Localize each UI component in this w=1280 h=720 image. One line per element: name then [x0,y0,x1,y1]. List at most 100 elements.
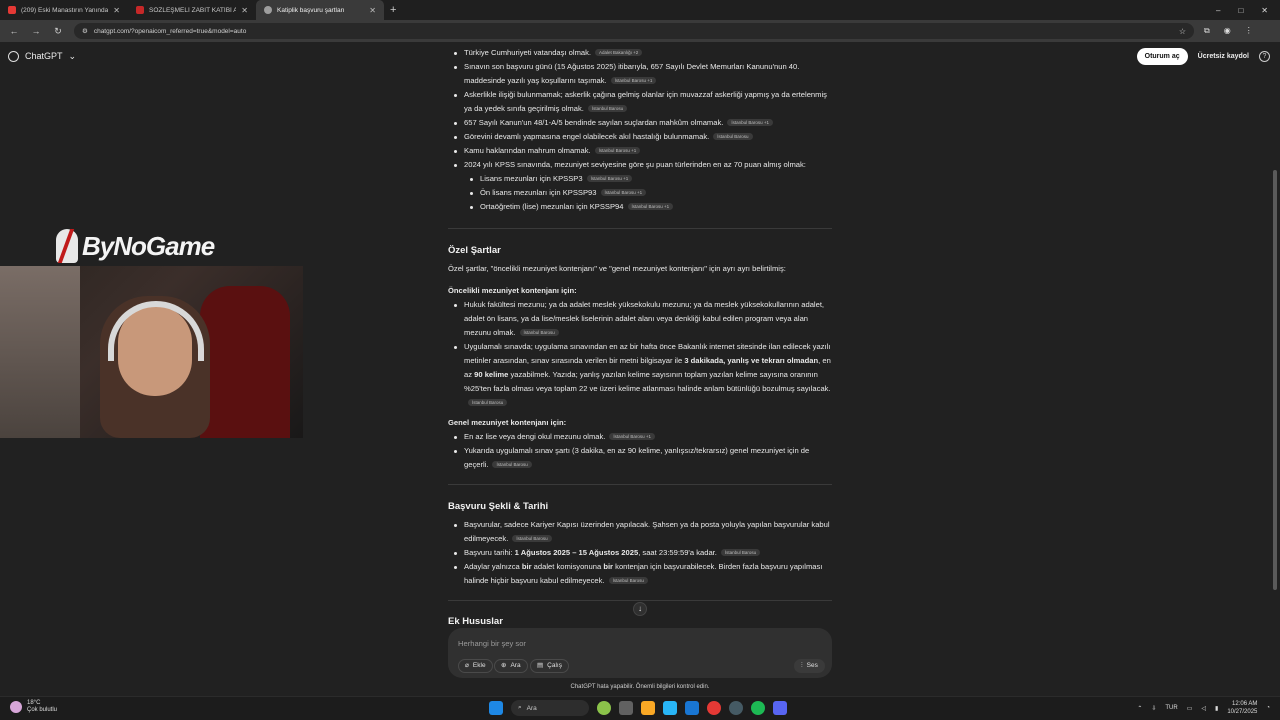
list-item: 657 Sayılı Kanun'un 48/1-A/5 bendinde sa… [448,116,832,130]
weather-icon [10,701,22,713]
source-badge[interactable]: İstanbul Barosu [492,461,532,468]
profile-icon[interactable]: ◉ [1224,26,1231,36]
section-heading: Özel Şartlar [448,245,501,256]
site-info-icon[interactable]: ⚙ [82,27,88,35]
temperature: 18°C [27,700,41,706]
source-badge[interactable]: İstanbul Barosu +1 [610,77,657,84]
list-item: Başvurular, sadece Kariyer Kapısı üzerin… [448,518,832,546]
tab-title: SÖZLEŞMELİ ZABIT KATİBİ ALIM [149,6,237,14]
model-selector[interactable]: ChatGPT ⌄ [8,50,76,62]
url-field[interactable]: ⚙ chatgpt.com/?openaicom_referred=true&m… [74,23,1194,39]
source-badge[interactable]: Adalet Bakanlığı +2 [595,49,643,56]
spotify-icon[interactable] [751,701,765,715]
reload-icon[interactable]: ↻ [52,26,64,37]
extensions-icon[interactable]: ⧉ [1204,26,1210,36]
list-item: Türkiye Cumhuriyeti vatandaşı olmak. Adal… [448,46,832,60]
bookmark-star-icon[interactable]: ☆ [1179,27,1186,36]
search-icon: ⌕ [518,704,522,711]
language-indicator[interactable]: TUR [1165,705,1177,711]
paragraph: Özel şartlar, "öncelikli mezuniyet konte… [448,264,786,273]
notifications-icon[interactable]: ◔ [1266,705,1270,711]
close-tab-icon[interactable]: ✕ [241,6,248,15]
file-explorer-icon[interactable] [641,701,655,715]
help-icon[interactable]: ? [1259,50,1270,62]
discord-icon[interactable] [773,701,787,715]
prompt-input[interactable] [458,636,818,650]
source-badge[interactable]: İstanbul Barosu [608,577,648,584]
forward-icon[interactable]: → [30,26,42,36]
minimize-button[interactable]: – [1216,6,1220,15]
signup-button[interactable]: Ücretsiz kaydol [1198,53,1249,60]
close-window-button[interactable]: ✕ [1261,6,1268,15]
source-badge[interactable]: İstanbul Barosu [587,105,628,112]
tray-chevron-icon[interactable]: ⌃ [1137,705,1142,712]
search-button[interactable]: ⊕ Ara [494,659,528,673]
usb-icon[interactable]: ⇩ [1151,705,1156,712]
volume-icon[interactable]: ◁ [1201,705,1206,712]
close-tab-icon[interactable]: ✕ [369,6,376,15]
source-badge[interactable]: İstanbul Barosu [512,535,552,542]
bynogame-logo-text: ByNoGame [82,230,215,261]
taskbar-apps: ⌕ Ara [489,700,787,716]
new-tab-button[interactable]: + [384,4,402,16]
study-button[interactable]: ▤ Çalış [530,659,569,673]
list-item: Görevini devamlı yapmasına engel olabile… [448,130,832,144]
browser-tab-bar: (209) Eski Manastırın Yanında D ✕ SÖZLEŞ… [0,0,1280,20]
back-icon[interactable]: ← [8,26,20,36]
waveform-icon: ⫶ [801,662,803,669]
list-item: Yukarıda uygulamalı sınav şartı (3 dakik… [448,444,832,472]
site-favicon-icon [136,6,144,14]
battery-icon[interactable]: ▮ [1215,705,1218,712]
priority-list: Hukuk fakültesi mezunu; ya da adalet mes… [448,298,832,410]
chrome-icon[interactable] [707,701,721,715]
browser-tab-1[interactable]: (209) Eski Manastırın Yanında D ✕ [0,0,128,20]
login-button[interactable]: Oturum aç [1136,47,1188,65]
list-item: 2024 yılı KPSS sınavında, mezuniyet sevi… [448,158,832,172]
general-quota-list: En az lise veya dengi okul mezunu olmak.… [448,430,832,472]
source-badge[interactable]: İstanbul Barosu [468,399,508,406]
source-badge[interactable]: İstanbul Barosu +1 [586,175,633,182]
weather-widget[interactable]: 18°C Çok bulutlu [10,700,57,714]
source-badge[interactable]: İstanbul Barosu +1 [627,203,674,210]
widgets-icon[interactable] [597,701,611,715]
section-heading: Ek Hususlar [448,616,503,627]
source-badge[interactable]: İstanbul Barosu +1 [600,189,647,196]
app-icon[interactable] [729,701,743,715]
globe-icon: ⊕ [501,662,507,669]
attach-button[interactable]: ⌀ Ekle [458,659,493,673]
browser-tab-3[interactable]: Katiplik başvuru şartları ✕ [256,0,384,20]
list-item: Ortaöğretim (lise) mezunları için KPSSP9… [448,200,832,214]
source-badge[interactable]: İstanbul Barosu +1 [727,119,774,126]
url-text: chatgpt.com/?openaicom_referred=true&mod… [93,27,247,35]
source-badge[interactable]: İstanbul Barosu +1 [609,433,656,440]
maximize-button[interactable]: □ [1238,6,1243,15]
start-icon[interactable] [489,701,503,715]
webcam-overlay [0,266,303,438]
close-tab-icon[interactable]: ✕ [113,6,120,15]
scrollbar-thumb[interactable] [1273,170,1277,590]
browser-tab-2[interactable]: SÖZLEŞMELİ ZABIT KATİBİ ALIM ✕ [128,0,256,20]
edge-icon[interactable] [685,701,699,715]
source-badge[interactable]: İstanbul Barosu [720,549,761,556]
address-bar-row: ← → ↻ ⚙ chatgpt.com/?openaicom_referred=… [0,20,1280,42]
youtube-icon [8,6,16,14]
assistant-message: Türkiye Cumhuriyeti vatandaşı olmak. Adal… [448,46,832,629]
network-icon[interactable]: ▭ [1187,705,1193,712]
window-controls: – □ ✕ [1216,6,1280,15]
source-badge[interactable]: İstanbul Barosu [519,329,559,336]
store-icon[interactable] [663,701,677,715]
list-item: Kamu haklarından mahrum olmamak. İstanbul… [448,144,832,158]
task-view-icon[interactable] [619,701,633,715]
kpss-list: Lisans mezunları için KPSSP3 İstanbul Bar… [448,172,832,214]
clock[interactable]: 12:06 AM 10/27/2025 [1227,700,1257,716]
page-scrollbar[interactable] [1272,70,1278,690]
menu-icon[interactable]: ⋮ [1245,26,1253,36]
voice-button[interactable]: ⫶ Ses [794,659,825,673]
source-badge[interactable]: İstanbul Barosu [713,133,753,140]
section-heading: Başvuru Şekli & Tarihi [448,501,549,512]
list-item: Adaylar yalnızca bir adalet komisyonuna … [448,560,832,588]
scroll-down-button[interactable]: ↓ [633,602,647,616]
source-badge[interactable]: İstanbul Barosu +1 [594,147,641,154]
list-item: En az lise veya dengi okul mezunu olmak.… [448,430,832,444]
taskbar-search[interactable]: ⌕ Ara [511,700,589,716]
